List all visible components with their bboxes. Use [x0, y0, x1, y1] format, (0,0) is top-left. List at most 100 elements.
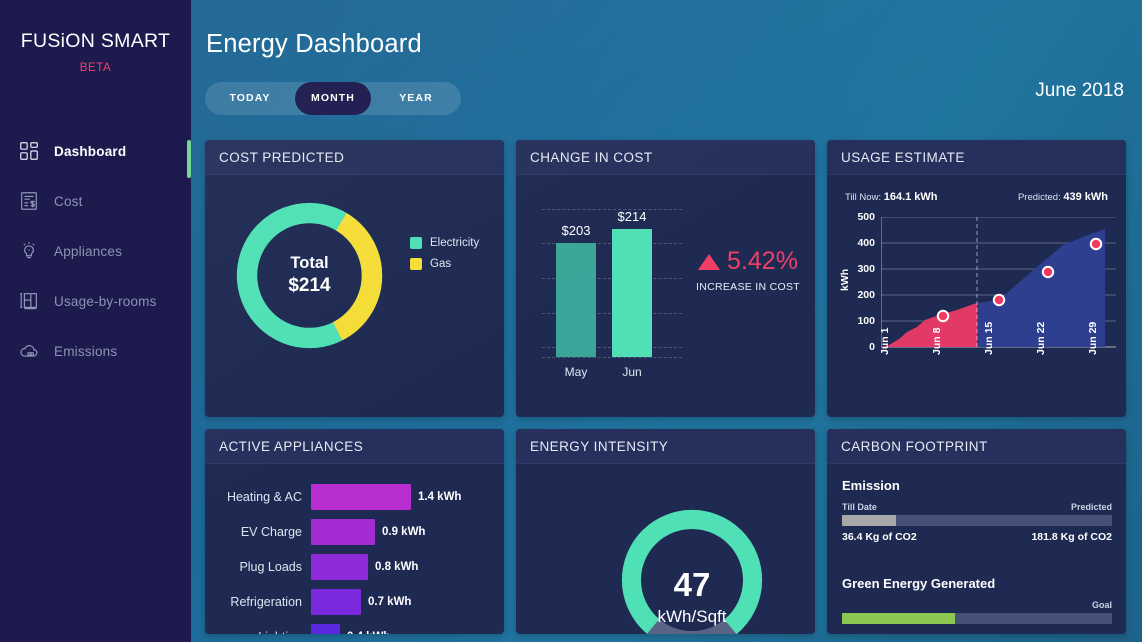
emission-progress-fill	[842, 515, 896, 526]
appliance-row: EV Charge 0.9 kWh	[219, 519, 425, 545]
emission-left-value: 36.4 Kg of CO2	[842, 531, 917, 543]
card-header: CHANGE IN COST	[516, 140, 815, 175]
till-now-label: Till Now:	[845, 192, 881, 203]
green-energy-labels: Goal	[842, 600, 1112, 610]
green-progress-fill	[842, 613, 955, 624]
card-body: Total $214 Electricity Gas	[205, 175, 504, 417]
card-title: ENERGY INTENSITY	[530, 439, 668, 454]
sidebar-item-emissions[interactable]: Emissions	[0, 326, 191, 376]
till-now-value: 164.1 kWh	[884, 191, 938, 203]
period-option-today[interactable]: TODAY	[205, 82, 295, 115]
y-tick: 300	[845, 263, 875, 275]
bar-label-jun: Jun	[612, 365, 652, 379]
delta-percent: 5.42%	[727, 247, 798, 276]
dashboard-app: FUSiON SMART BETA Dashboard Cost Ap	[0, 0, 1142, 642]
usage-predicted: Predicted: 439 kWh	[1018, 191, 1108, 203]
bar-label-may: May	[556, 365, 596, 379]
period-toggle: TODAY MONTH YEAR	[205, 82, 461, 115]
appliance-row: Refrigeration 0.7 kWh	[219, 589, 411, 615]
card-cost-predicted: COST PREDICTED Total $214	[205, 140, 504, 417]
sidebar-item-dashboard[interactable]: Dashboard	[0, 126, 191, 176]
period-option-month[interactable]: MONTH	[295, 82, 371, 115]
current-month-label: June 2018	[1035, 80, 1124, 102]
bar-value-jun: $214	[604, 209, 660, 224]
cost-delta: 5.42% INCREASE IN COST	[688, 247, 808, 293]
gauge-value: 47	[674, 568, 711, 601]
card-body: Emission Till Date Predicted 36.4 Kg of …	[827, 464, 1126, 634]
appliance-name: Plug Loads	[219, 560, 311, 574]
appliance-name: EV Charge	[219, 525, 311, 539]
emission-labels: Till Date Predicted	[842, 502, 1112, 512]
sidebar-item-label: Appliances	[54, 244, 122, 259]
sidebar-item-label: Dashboard	[54, 144, 126, 159]
sidebar-item-label: Cost	[54, 194, 83, 209]
y-tick: 500	[845, 211, 875, 223]
bar-chart: $203 May $214 Jun	[542, 195, 682, 385]
card-change-in-cost: CHANGE IN COST $203 May $214	[516, 140, 815, 417]
y-tick: 200	[845, 289, 875, 301]
green-progress-track	[842, 613, 1112, 624]
legend-label: Gas	[430, 258, 451, 270]
gridline	[542, 357, 682, 358]
card-grid: COST PREDICTED Total $214	[205, 140, 1127, 634]
card-header: COST PREDICTED	[205, 140, 504, 175]
card-carbon-footprint: CARBON FOOTPRINT Emission Till Date Pred…	[827, 429, 1126, 634]
card-header: ENERGY INTENSITY	[516, 429, 815, 464]
appliance-name: Refrigeration	[219, 595, 311, 609]
green-energy-section: Green Energy Generated Goal	[842, 576, 1112, 624]
page-title: Energy Dashboard	[206, 30, 422, 59]
appliance-value: 0.9 kWh	[375, 526, 425, 538]
emission-section: Emission Till Date Predicted 36.4 Kg of …	[842, 478, 1112, 543]
emission-right-value: 181.8 Kg of CO2	[1031, 531, 1112, 543]
emission-progress-track	[842, 515, 1112, 526]
sidebar: FUSiON SMART BETA Dashboard Cost Ap	[0, 0, 191, 642]
x-tick: Jun 1	[879, 328, 891, 355]
grid-icon	[18, 140, 40, 162]
card-active-appliances: ACTIVE APPLIANCES Heating & AC 1.4 kWh E…	[205, 429, 504, 634]
appliance-bar	[311, 484, 411, 510]
card-body: Till Now: 164.1 kWh Predicted: 439 kWh k…	[827, 175, 1126, 417]
appliance-bar	[311, 589, 361, 615]
sidebar-item-cost[interactable]: Cost	[0, 176, 191, 226]
card-body: $203 May $214 Jun 5.42% INCREASE IN COST	[516, 175, 815, 417]
bar-value-may: $203	[548, 223, 604, 238]
card-header: CARBON FOOTPRINT	[827, 429, 1126, 464]
y-tick: 400	[845, 237, 875, 249]
card-title: ACTIVE APPLIANCES	[219, 439, 363, 454]
predicted-label: Predicted:	[1018, 192, 1061, 203]
emission-values: 36.4 Kg of CO2 181.8 Kg of CO2	[842, 531, 1112, 543]
usage-area-chart: kWh 500 400 300 200 100 0	[837, 217, 1122, 412]
sidebar-nav: Dashboard Cost Appliances Usage-by-rooms	[0, 126, 191, 376]
green-energy-title: Green Energy Generated	[842, 576, 1112, 591]
sidebar-item-appliances[interactable]: Appliances	[0, 226, 191, 276]
sidebar-item-label: Emissions	[54, 344, 117, 359]
period-option-year[interactable]: YEAR	[371, 82, 461, 115]
x-tick: Jun 8	[931, 328, 943, 355]
appliance-value: 0.8 kWh	[368, 561, 418, 573]
usage-till-now: Till Now: 164.1 kWh	[845, 191, 938, 203]
appliance-value: 1.4 kWh	[411, 491, 461, 503]
delta-row: 5.42%	[688, 247, 808, 276]
appliance-row: Lighting 0.4 kWh	[219, 624, 390, 634]
card-body: 47 kWh/Sqft	[516, 464, 815, 634]
gauge-unit: kWh/Sqft	[658, 607, 727, 627]
y-tick: 0	[845, 341, 875, 353]
lightbulb-icon	[18, 240, 40, 262]
bar-may	[556, 243, 596, 357]
x-tick: Jun 22	[1035, 322, 1047, 355]
appliance-row: Heating & AC 1.4 kWh	[219, 484, 461, 510]
beta-badge: BETA	[0, 62, 191, 74]
brand-title: FUSiON SMART	[0, 30, 191, 53]
legend-item: Gas	[410, 258, 479, 270]
appliance-bar	[311, 519, 375, 545]
card-body: Heating & AC 1.4 kWh EV Charge 0.9 kWh P…	[205, 464, 504, 634]
predicted-value: 439 kWh	[1063, 191, 1108, 203]
triangle-up-icon	[698, 254, 720, 270]
sidebar-item-label: Usage-by-rooms	[54, 294, 157, 309]
appliance-bar	[311, 554, 368, 580]
legend-label: Electricity	[430, 237, 479, 249]
appliance-value: 0.7 kWh	[361, 596, 411, 608]
floorplan-icon	[18, 290, 40, 312]
sidebar-item-usage-by-rooms[interactable]: Usage-by-rooms	[0, 276, 191, 326]
appliance-name: Lighting	[219, 630, 311, 634]
